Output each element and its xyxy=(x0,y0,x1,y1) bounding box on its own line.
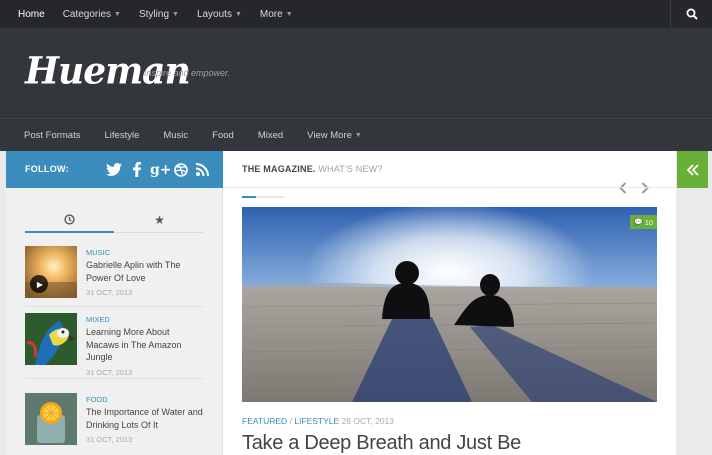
dribbble-link[interactable] xyxy=(174,151,188,188)
post-meta: FEATURED / LIFESTYLE 28 OCT, 2013 xyxy=(242,416,394,426)
post-date: 28 OCT, 2013 xyxy=(341,416,395,426)
main-content: THE MAGAZINE. WHAT'S NEW? 💬 10 FEATURED … xyxy=(223,151,676,455)
sidebar: FOLLOW: g+ ★ ▶ MUSIC Gabrielle Aplin wit… xyxy=(6,151,223,455)
post-title[interactable]: The Importance of Water and Drinking Lot… xyxy=(86,406,204,431)
carousel-indicator xyxy=(242,196,284,198)
dribbble-icon xyxy=(174,162,188,177)
topnav-label: Layouts xyxy=(196,8,232,20)
magazine-title: THE MAGAZINE. xyxy=(242,164,316,174)
chevron-down-icon: ▼ xyxy=(114,10,121,18)
double-chevron-left-icon xyxy=(686,163,699,176)
chevron-left-icon xyxy=(619,182,627,194)
post-category[interactable]: FOOD xyxy=(86,395,108,404)
post-category[interactable]: MIXED xyxy=(86,315,110,324)
subnav-label: Food xyxy=(212,129,234,141)
twitter-icon xyxy=(106,163,122,176)
list-item[interactable]: FOOD The Importance of Water and Drinkin… xyxy=(25,393,204,453)
play-button[interactable]: ▶ xyxy=(30,275,48,293)
rss-icon xyxy=(196,163,209,176)
list-item[interactable]: ▶ MUSIC Gabrielle Aplin with The Power O… xyxy=(25,246,204,306)
rss-link[interactable] xyxy=(196,151,209,188)
chevron-right-icon xyxy=(641,182,649,194)
post-date: 31 OCT, 2013 xyxy=(86,368,133,377)
subnav-item-food[interactable]: Food xyxy=(212,130,234,141)
sidebar-tabs: ★ xyxy=(25,207,204,233)
search-icon xyxy=(686,8,698,20)
magazine-subtitle: WHAT'S NEW? xyxy=(318,164,383,174)
carousel-controls xyxy=(612,179,656,197)
subnav-label: Music xyxy=(163,129,189,141)
post-date: 31 OCT, 2013 xyxy=(86,435,133,444)
comments-badge[interactable]: 💬 10 xyxy=(630,215,657,229)
subnav-label: Post Formats xyxy=(24,129,81,141)
subnav-item-music[interactable]: Music xyxy=(163,130,188,141)
follow-label: FOLLOW: xyxy=(25,164,69,174)
category-separator: / xyxy=(289,416,292,426)
list-item[interactable]: MIXED Learning More About Macaws in The … xyxy=(25,313,204,377)
topnav-label: Home xyxy=(18,8,45,20)
carousel-next-button[interactable] xyxy=(634,179,656,197)
chevron-down-icon: ▼ xyxy=(285,10,293,18)
subnav-item-view-more[interactable]: View More ▼ xyxy=(307,130,362,141)
subnav-item-lifestyle[interactable]: Lifestyle xyxy=(105,130,140,141)
chevron-down-icon: ▼ xyxy=(172,10,179,18)
divider xyxy=(223,187,676,188)
topnav-item-home[interactable]: Home xyxy=(18,9,45,20)
featured-post-title[interactable]: Take a Deep Breath and Just Be xyxy=(242,432,521,455)
chevron-down-icon: ▼ xyxy=(234,10,242,18)
sidebar-toggle-button[interactable] xyxy=(677,151,708,188)
site-header: Hueman Inspire and empower. xyxy=(0,28,712,118)
top-navigation: Home Categories ▼ Styling ▼ Layouts ▼ More ▼ xyxy=(0,0,712,28)
star-icon: ★ xyxy=(154,213,165,227)
post-thumbnail[interactable] xyxy=(25,313,77,365)
topnav-label: Styling xyxy=(138,8,169,20)
comments-count: 10 xyxy=(644,217,654,227)
tab-popular[interactable]: ★ xyxy=(115,207,204,233)
subnav-label: View More xyxy=(307,129,352,141)
twitter-link[interactable] xyxy=(106,151,122,188)
post-thumbnail[interactable]: ▶ xyxy=(25,246,77,298)
divider xyxy=(25,378,204,379)
topnav-item-layouts[interactable]: Layouts ▼ xyxy=(197,9,242,20)
topnav-item-more[interactable]: More ▼ xyxy=(260,9,293,20)
post-title[interactable]: Gabrielle Aplin with The Power Of Love xyxy=(86,259,204,284)
magazine-heading: THE MAGAZINE. WHAT'S NEW? xyxy=(242,164,383,174)
page-content: FOLLOW: g+ ★ ▶ MUSIC Gabrielle Aplin wit… xyxy=(6,151,676,455)
site-tagline: Inspire and empower. xyxy=(144,68,231,78)
subnav-label: Mixed xyxy=(257,129,284,141)
search-button[interactable] xyxy=(670,0,712,28)
topnav-item-categories[interactable]: Categories ▼ xyxy=(63,9,121,20)
subnav-item-post-formats[interactable]: Post Formats xyxy=(24,130,81,141)
post-category[interactable]: MUSIC xyxy=(86,248,110,257)
post-date: 31 OCT, 2013 xyxy=(86,288,133,297)
category-link-lifestyle[interactable]: LIFESTYLE xyxy=(294,416,339,426)
topnav-label: More xyxy=(259,8,283,20)
topnav-label: Categories xyxy=(62,8,112,20)
tab-recent[interactable] xyxy=(25,207,114,233)
google-plus-link[interactable]: g+ xyxy=(150,151,172,188)
comment-icon: 💬 xyxy=(633,219,643,226)
post-title[interactable]: Learning More About Macaws in The Amazon… xyxy=(86,326,204,364)
featured-image[interactable]: 💬 10 xyxy=(242,207,657,402)
topnav-item-styling[interactable]: Styling ▼ xyxy=(139,9,179,20)
subnav-label: Lifestyle xyxy=(104,129,140,141)
divider xyxy=(25,306,204,307)
subnav-item-mixed[interactable]: Mixed xyxy=(258,130,283,141)
facebook-link[interactable] xyxy=(133,151,141,188)
post-thumbnail[interactable] xyxy=(25,393,77,445)
google-plus-icon: g+ xyxy=(150,161,172,178)
chevron-down-icon: ▼ xyxy=(354,131,362,139)
carousel-prev-button[interactable] xyxy=(612,179,634,197)
clock-icon xyxy=(64,213,75,225)
play-icon: ▶ xyxy=(36,279,44,289)
follow-bar: FOLLOW: g+ xyxy=(6,151,223,188)
category-navigation: Post Formats Lifestyle Music Food Mixed … xyxy=(0,118,712,151)
category-link-featured[interactable]: FEATURED xyxy=(242,416,287,426)
facebook-icon xyxy=(133,162,141,177)
